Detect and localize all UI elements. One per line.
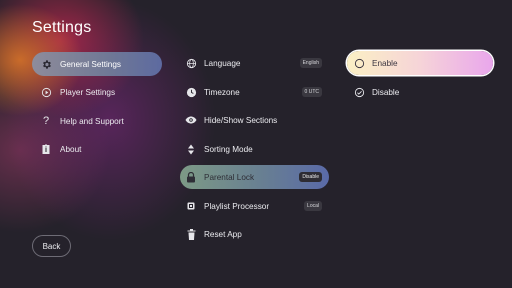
lock-icon bbox=[180, 171, 202, 183]
check-circle-icon bbox=[348, 87, 370, 98]
option-reset-app[interactable]: Reset App bbox=[180, 222, 329, 246]
globe-icon bbox=[180, 58, 202, 69]
option-timezone[interactable]: Timezone 0 UTC bbox=[180, 80, 329, 104]
nav-item-player-settings[interactable]: Player Settings bbox=[32, 80, 162, 104]
option-label: Timezone bbox=[204, 87, 240, 97]
option-label: Language bbox=[204, 58, 241, 68]
back-button[interactable]: Back bbox=[32, 235, 71, 257]
play-circle-icon bbox=[35, 87, 57, 98]
chip-icon bbox=[180, 201, 202, 211]
option-playlist-processor[interactable]: Playlist Processor Local bbox=[180, 194, 329, 218]
choice-label: Disable bbox=[372, 87, 400, 97]
question-icon: ? bbox=[42, 115, 50, 127]
choice-disable[interactable]: Disable bbox=[347, 80, 493, 104]
nav-item-label: About bbox=[60, 144, 82, 154]
option-sorting-mode[interactable]: Sorting Mode bbox=[180, 137, 329, 161]
page-title: Settings bbox=[32, 19, 92, 36]
choice-label: Enable bbox=[372, 58, 398, 68]
nav-item-general-settings[interactable]: General Settings bbox=[32, 52, 162, 76]
option-label: Reset App bbox=[204, 229, 242, 239]
option-label: Parental Lock bbox=[204, 172, 255, 182]
radio-empty-icon bbox=[348, 58, 370, 69]
option-hide-show-sections[interactable]: Hide/Show Sections bbox=[180, 108, 329, 132]
choice-enable[interactable]: Enable bbox=[347, 51, 493, 75]
option-value-badge: Local bbox=[304, 201, 322, 211]
trash-icon bbox=[180, 228, 202, 240]
nav-item-help-and-support[interactable]: ? Help and Support bbox=[32, 109, 162, 133]
nav-item-label: General Settings bbox=[60, 59, 121, 69]
nav-item-about[interactable]: About bbox=[32, 137, 162, 161]
info-badge-icon bbox=[35, 143, 57, 155]
option-label: Sorting Mode bbox=[204, 144, 253, 154]
option-value-badge: English bbox=[299, 58, 322, 68]
eye-icon bbox=[180, 115, 202, 125]
nav-item-label: Help and Support bbox=[60, 116, 124, 126]
option-value-badge: 0 UTC bbox=[301, 87, 322, 97]
option-value-badge: Disable bbox=[299, 172, 322, 182]
option-parental-lock[interactable]: Parental Lock Disable bbox=[180, 165, 329, 189]
nav-item-label: Player Settings bbox=[60, 87, 116, 97]
option-label: Hide/Show Sections bbox=[204, 115, 278, 125]
option-label: Playlist Processor bbox=[204, 201, 270, 211]
gear-icon bbox=[35, 59, 57, 70]
clock-icon bbox=[180, 87, 202, 98]
sort-icon bbox=[180, 144, 202, 155]
option-language[interactable]: Language English bbox=[180, 51, 329, 75]
